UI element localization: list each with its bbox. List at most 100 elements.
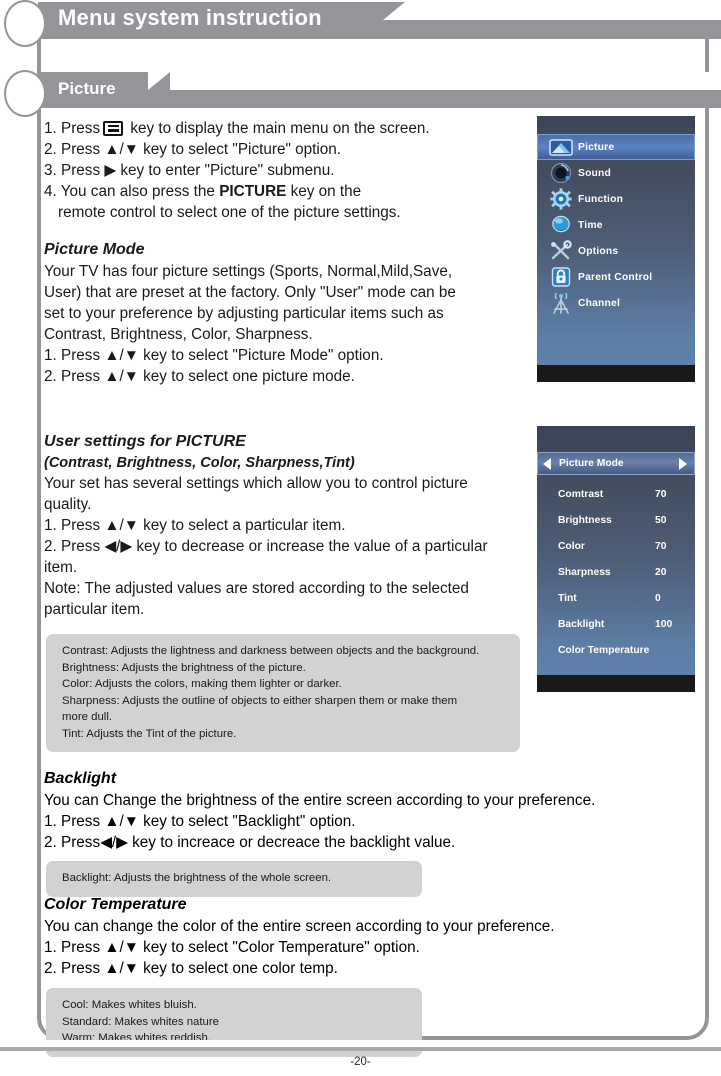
step-1: 1. Press key to display the main menu on… — [44, 118, 544, 139]
frame-bottom-mask — [0, 1040, 721, 1047]
note-standard: Standard: Makes whites nature — [62, 1015, 220, 1028]
osd-setting-name: Tint — [558, 592, 577, 604]
step-1-post: key to display the main menu on the scre… — [130, 120, 430, 137]
note-cool: Cool: Makes whites bluish. — [62, 999, 197, 1011]
backlight-step-1: 1. Press ▲/▼ key to select "Backlight" o… — [44, 813, 356, 830]
user-settings-note-line-2: particular item. — [44, 601, 145, 618]
color-temperature-step-2: 2. Press ▲/▼ key to select one color tem… — [44, 960, 338, 977]
note-brightness: Brightness: Adjusts the brightness of th… — [62, 661, 306, 674]
osd-setting-value: 100 — [655, 618, 673, 630]
osd-item-label: Picture — [578, 141, 615, 153]
osd-item-label: Function — [578, 193, 624, 205]
osd-item-label: Time — [578, 219, 603, 231]
osd-picture-settings-footer-bar — [537, 675, 695, 692]
backlight-note-box: Backlight: Adjusts the brightness of the… — [46, 861, 422, 897]
menu-key-icon — [103, 121, 124, 136]
user-settings-note-line-1: Note: The adjusted values are stored acc… — [44, 580, 469, 597]
user-settings-step-1: 1. Press ▲/▼ key to select a particular … — [44, 517, 346, 534]
osd-item-label: Sound — [578, 167, 612, 179]
user-settings-line-1: Your set has several settings which allo… — [44, 475, 468, 492]
picture-settings-note-box: Contrast: Adjusts the lightness and dark… — [46, 634, 520, 752]
backlight-section: Backlight You can Change the brightness … — [44, 768, 684, 853]
binder-hole-top — [4, 0, 46, 47]
osd-setting-name: Sharpness — [558, 566, 611, 578]
note-tint: Tint: Adjusts the Tint of the picture. — [62, 727, 237, 740]
osd-setting-brightness[interactable]: Brightness 50 — [537, 507, 695, 533]
picture-mode-step-2: 2. Press ▲/▼ key to select one picture m… — [44, 368, 355, 385]
antenna-icon — [544, 292, 578, 314]
note-color: Color: Adjusts the colors, making them l… — [62, 678, 342, 690]
osd-item-function[interactable]: Function — [537, 186, 695, 212]
lock-icon — [544, 266, 578, 288]
note-sharpness-cont: more dull. — [62, 711, 113, 723]
user-settings-heading: User settings for PICTURE — [44, 433, 246, 450]
osd-main-menu-panel[interactable]: Picture Sound Function Time Options Pare… — [537, 116, 695, 365]
osd-item-time[interactable]: Time — [537, 212, 695, 238]
picture-key-emphasis: PICTURE — [219, 183, 287, 200]
osd-setting-color-temperature[interactable]: Color Temperature — [537, 637, 695, 663]
osd-item-label: Options — [578, 245, 619, 257]
gear-icon — [544, 188, 578, 210]
user-settings-step-2: 2. Press ◀/▶ key to decrease or increase… — [44, 538, 488, 555]
speaker-icon — [544, 162, 578, 184]
picture-mode-line-4: Contrast, Brightness, Color, Sharpness. — [44, 326, 313, 343]
color-temperature-section: Color Temperature You can change the col… — [44, 894, 684, 979]
picture-mode-line-3: set to your preference by adjusting part… — [44, 305, 444, 322]
picture-mode-heading: Picture Mode — [44, 241, 145, 258]
user-settings-step-2-cont: item. — [44, 559, 78, 576]
picture-mode-line-1: Your TV has four picture settings (Sport… — [44, 263, 453, 280]
step-4: 4. You can also press the PICTURE key on… — [44, 183, 362, 200]
user-settings-line-2: quality. — [44, 496, 92, 513]
step-1-pre: 1. Press — [44, 120, 101, 137]
section-tab-bevel — [148, 72, 170, 90]
picture-mode-step-1: 1. Press ▲/▼ key to select "Picture Mode… — [44, 347, 384, 364]
osd-setting-value: 0 — [655, 592, 661, 604]
osd-setting-tint[interactable]: Tint 0 — [537, 585, 695, 611]
section-tab-bar — [38, 72, 721, 108]
osd-item-label: Parent Control — [578, 271, 653, 283]
osd-picture-settings-panel[interactable]: Picture Mode Comtrast 70 Brightness 50 C… — [537, 426, 695, 675]
tools-icon — [544, 240, 578, 262]
color-temperature-step-1: 1. Press ▲/▼ key to select "Color Temper… — [44, 939, 420, 956]
footer-rule — [0, 1047, 721, 1051]
osd-item-parent-control[interactable]: Parent Control — [537, 264, 695, 290]
osd-main-menu-footer-bar — [537, 365, 695, 382]
title-tab-strip — [405, 2, 721, 20]
clock-icon — [544, 214, 578, 236]
step-4-cont: remote control to select one of the pict… — [58, 204, 401, 221]
note-sharpness: Sharpness: Adjusts the outline of object… — [62, 694, 458, 707]
title-tab-bevel — [383, 2, 405, 20]
color-temperature-line-1: You can change the color of the entire s… — [44, 918, 555, 935]
osd-setting-sharpness[interactable]: Sharpness 20 — [537, 559, 695, 585]
osd-setting-name: Color — [558, 540, 585, 552]
section-tab-strip — [170, 72, 721, 90]
osd-setting-value: 70 — [655, 540, 667, 552]
picture-mode-line-2: User) that are preset at the factory. On… — [44, 284, 456, 301]
osd-item-label: Channel — [578, 297, 621, 309]
osd-setting-backlight[interactable]: Backlight 100 — [537, 611, 695, 637]
backlight-step-2: 2. Press◀/▶ key to increace or decreace … — [44, 834, 456, 851]
user-settings-subheading: (Contrast, Brightness, Color, Sharpness,… — [44, 455, 355, 471]
osd-setting-name: Brightness — [558, 514, 612, 526]
backlight-line-1: You can Change the brightness of the ent… — [44, 792, 596, 809]
osd-setting-name: Backlight — [558, 618, 605, 630]
osd-item-options[interactable]: Options — [537, 238, 695, 264]
osd-setting-value: 50 — [655, 514, 667, 526]
arrow-right-icon[interactable] — [679, 457, 687, 470]
page-title: Menu system instruction — [58, 5, 322, 30]
osd-setting-name: Color Temperature — [558, 644, 650, 656]
osd-item-channel[interactable]: Channel — [537, 290, 695, 316]
osd-setting-color[interactable]: Color 70 — [537, 533, 695, 559]
instruction-content: 1. Press key to display the main menu on… — [44, 118, 544, 620]
color-temperature-heading: Color Temperature — [44, 896, 187, 913]
section-title: Picture — [58, 79, 116, 98]
osd-item-picture[interactable]: Picture — [537, 134, 695, 160]
arrow-left-icon[interactable] — [543, 457, 551, 470]
osd-setting-name: Comtrast — [558, 488, 604, 500]
osd-item-sound[interactable]: Sound — [537, 160, 695, 186]
osd-setting-contrast[interactable]: Comtrast 70 — [537, 481, 695, 507]
note-backlight: Backlight: Adjusts the brightness of the… — [62, 872, 332, 884]
osd-setting-value: 70 — [655, 488, 667, 500]
note-contrast: Contrast: Adjusts the lightness and dark… — [62, 645, 480, 657]
osd-picture-mode-header[interactable]: Picture Mode — [537, 452, 695, 475]
